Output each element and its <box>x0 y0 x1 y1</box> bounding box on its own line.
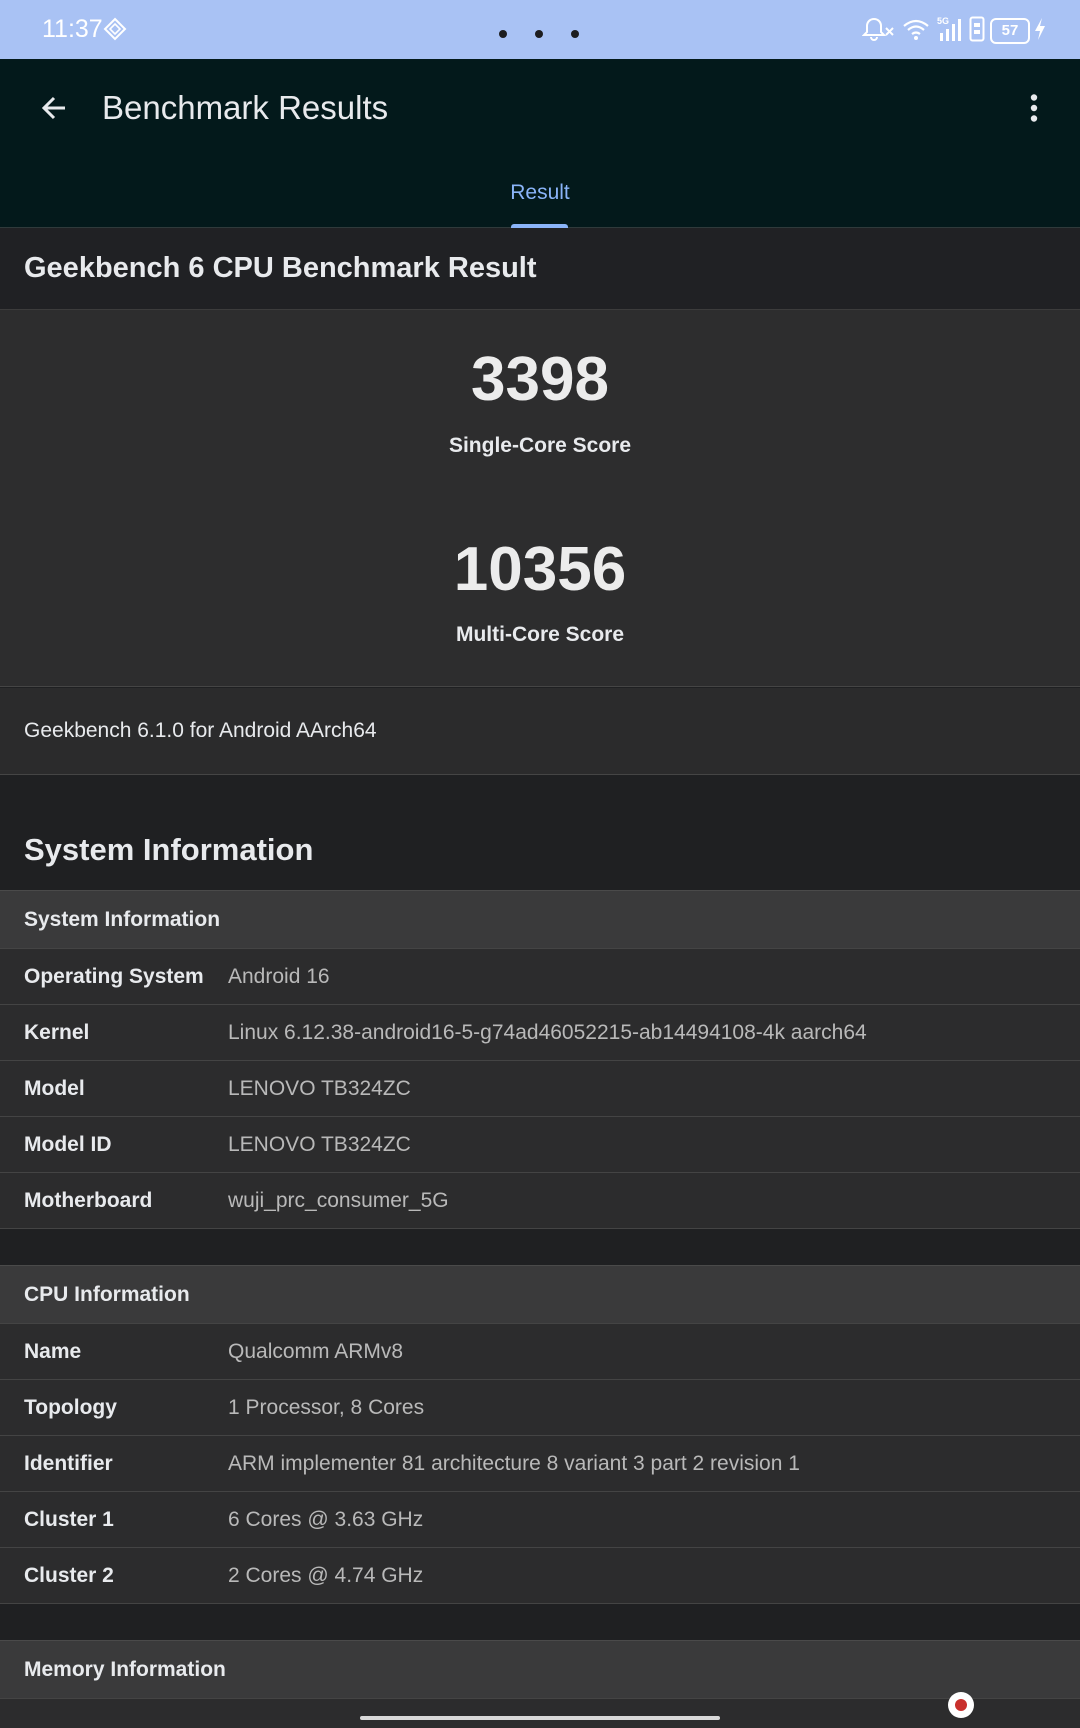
multiwindow-dot[interactable] <box>571 30 579 38</box>
multiwindow-dot[interactable] <box>535 30 543 38</box>
info-row-label: Cluster 2 <box>24 1563 114 1587</box>
sim-icon <box>969 16 985 47</box>
info-row-value: 1 Processor, 8 Cores <box>228 1395 425 1419</box>
screen: 11:37 5G 57 Benchmark Results Result Gee… <box>0 0 1080 1728</box>
info-row-value: Android 16 <box>228 964 330 988</box>
section-header-system: System Information <box>0 890 1080 948</box>
info-row-label: Cluster 1 <box>24 1507 114 1531</box>
status-time: 11:37 <box>42 15 103 43</box>
info-row-identifier: Identifier ARM implementer 81 architectu… <box>0 1435 1080 1491</box>
diamond-icon <box>103 17 127 46</box>
info-row-topology: Topology 1 Processor, 8 Cores <box>0 1379 1080 1435</box>
system-info-heading: System Information <box>24 832 314 867</box>
info-tables: System Information Operating System Andr… <box>0 890 1080 1728</box>
info-row-operating-system: Operating System Android 16 <box>0 948 1080 1004</box>
info-row-value: LENOVO TB324ZC <box>228 1076 411 1100</box>
info-row-label: Motherboard <box>24 1188 153 1212</box>
info-row-partial <box>0 1698 1080 1728</box>
info-row-label: Operating System <box>24 964 204 988</box>
info-row-value: 2 Cores @ 4.74 GHz <box>228 1563 424 1587</box>
info-row-value: LENOVO TB324ZC <box>228 1132 411 1156</box>
multiwindow-dot[interactable] <box>499 30 507 38</box>
section-header-memory: Memory Information <box>0 1640 1080 1698</box>
info-row-label: Topology <box>24 1395 117 1419</box>
info-row-cluster-1: Cluster 1 6 Cores @ 3.63 GHz <box>0 1491 1080 1547</box>
page-title: Benchmark Results <box>102 89 389 126</box>
section-gap <box>0 1228 1080 1265</box>
info-row-motherboard: Motherboard wuji_prc_consumer_5G <box>0 1172 1080 1228</box>
info-row-kernel: Kernel Linux 6.12.38-android16-5-g74ad46… <box>0 1004 1080 1060</box>
info-row-label: Identifier <box>24 1451 113 1475</box>
multi-core-score: 10356 <box>453 535 627 604</box>
info-row-model: Model LENOVO TB324ZC <box>0 1060 1080 1116</box>
info-row-value: Linux 6.12.38-android16-5-g74ad46052215-… <box>228 1020 867 1044</box>
single-core-label: Single-Core Score <box>448 434 632 457</box>
info-row-value: wuji_prc_consumer_5G <box>228 1188 449 1212</box>
info-row-cluster-2: Cluster 2 2 Cores @ 4.74 GHz <box>0 1547 1080 1603</box>
info-row-label: Kernel <box>24 1020 90 1044</box>
more-vert-icon[interactable] <box>1030 94 1038 127</box>
single-core-score: 3398 <box>471 345 609 414</box>
signal-icon <box>936 15 966 48</box>
wifi-icon <box>902 17 930 46</box>
info-row-label: Name <box>24 1339 82 1363</box>
version-text: Geekbench 6.1.0 for Android AArch64 <box>24 719 377 742</box>
info-row-label: Model ID <box>24 1132 112 1156</box>
info-row-name: Name Qualcomm ARMv8 <box>0 1323 1080 1379</box>
section-header-cpu: CPU Information <box>0 1265 1080 1323</box>
bell-off-icon <box>861 16 896 47</box>
section-gap <box>0 1603 1080 1640</box>
info-row-value: Qualcomm ARMv8 <box>228 1339 404 1363</box>
charging-bolt-icon <box>1034 17 1046 46</box>
multi-core-label: Multi-Core Score <box>455 623 625 646</box>
info-row-value: 6 Cores @ 3.63 GHz <box>228 1507 424 1531</box>
tab-result[interactable]: Result <box>490 178 590 208</box>
info-row-label: Model <box>24 1076 85 1100</box>
result-title: Geekbench 6 CPU Benchmark Result <box>24 252 537 284</box>
info-row-value: ARM implementer 81 architecture 8 varian… <box>228 1451 800 1475</box>
watermark-logo-mark <box>955 1699 967 1711</box>
gesture-nav-handle[interactable] <box>360 1716 720 1720</box>
info-row-model-id: Model ID LENOVO TB324ZC <box>0 1116 1080 1172</box>
battery-icon: 57 <box>990 18 1030 44</box>
arrow-back-icon[interactable] <box>38 92 70 129</box>
